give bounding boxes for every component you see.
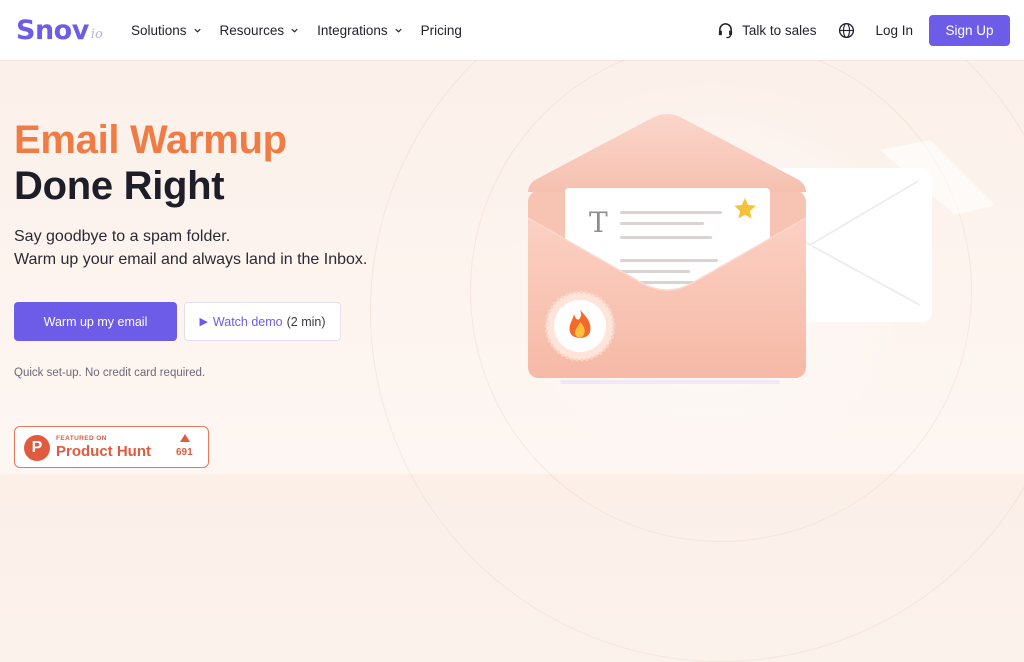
headset-icon	[719, 22, 733, 38]
envelope-illustration: T	[527, 114, 995, 384]
upvote-count: 691	[176, 447, 193, 458]
hero-title-line1: Email Warmup	[14, 118, 287, 162]
featured-on-label: FEATURED ON	[56, 435, 107, 442]
play-icon: ▶	[199, 316, 208, 328]
envelope-flap	[528, 114, 806, 192]
logo-suffix: io	[90, 27, 103, 42]
watch-demo-label: Watch demo	[212, 314, 283, 329]
language-selector[interactable]	[838, 22, 855, 39]
nav-item-integrations[interactable]: Integrations	[317, 23, 403, 38]
hero-title-line2: Done Right	[14, 164, 225, 208]
logo-wordmark: Snov	[16, 15, 89, 46]
chevron-down-icon	[291, 28, 298, 33]
header-actions: Talk to sales Log In Sign Up	[717, 0, 1010, 60]
login-link[interactable]: Log In	[875, 23, 913, 38]
nav-item-solutions[interactable]: Solutions	[131, 23, 202, 38]
demo-duration: (2 min)	[286, 314, 326, 329]
talk-to-sales-link[interactable]: Talk to sales	[717, 22, 816, 39]
setup-note: Quick set-up. No credit card required.	[14, 367, 206, 379]
nav-item-label: Resources	[219, 22, 285, 38]
envelope-shadow	[560, 380, 780, 384]
talk-to-sales-label: Talk to sales	[742, 22, 817, 38]
product-hunt-logo-letter: P	[31, 439, 43, 456]
hero-subtitle-line1: Say goodbye to a spam folder.	[14, 228, 231, 245]
main-nav: Solutions Resources Integrations Pricing	[131, 0, 480, 60]
watch-demo-button[interactable]: ▶ Watch demo (2 min)	[184, 302, 341, 341]
signup-button[interactable]: Sign Up	[929, 14, 1010, 46]
upvote-arrow-icon	[180, 434, 190, 442]
product-hunt-badge[interactable]: P FEATURED ON Product Hunt 691	[14, 426, 209, 468]
snov-logo[interactable]: Snov io	[16, 14, 103, 46]
top-navigation-bar: Snov io Solutions Resources Integrations…	[0, 0, 1024, 60]
chevron-down-icon	[193, 28, 201, 33]
nav-item-label: Pricing	[420, 22, 462, 38]
product-hunt-name: Product Hunt	[56, 443, 151, 460]
wax-seal	[544, 290, 616, 362]
nav-item-label: Solutions	[131, 22, 187, 38]
letter-glyph: T	[589, 206, 608, 239]
warm-up-email-button[interactable]: Warm up my email	[14, 302, 177, 341]
nav-item-pricing[interactable]: Pricing	[421, 23, 462, 38]
chevron-down-icon	[395, 28, 402, 33]
hero-subtitle-line2: Warm up your email and always land in th…	[14, 251, 368, 268]
globe-icon	[839, 22, 855, 38]
product-hunt-logo-icon: P	[24, 435, 50, 461]
nav-item-label: Integrations	[317, 22, 388, 38]
nav-item-resources[interactable]: Resources	[220, 23, 300, 38]
